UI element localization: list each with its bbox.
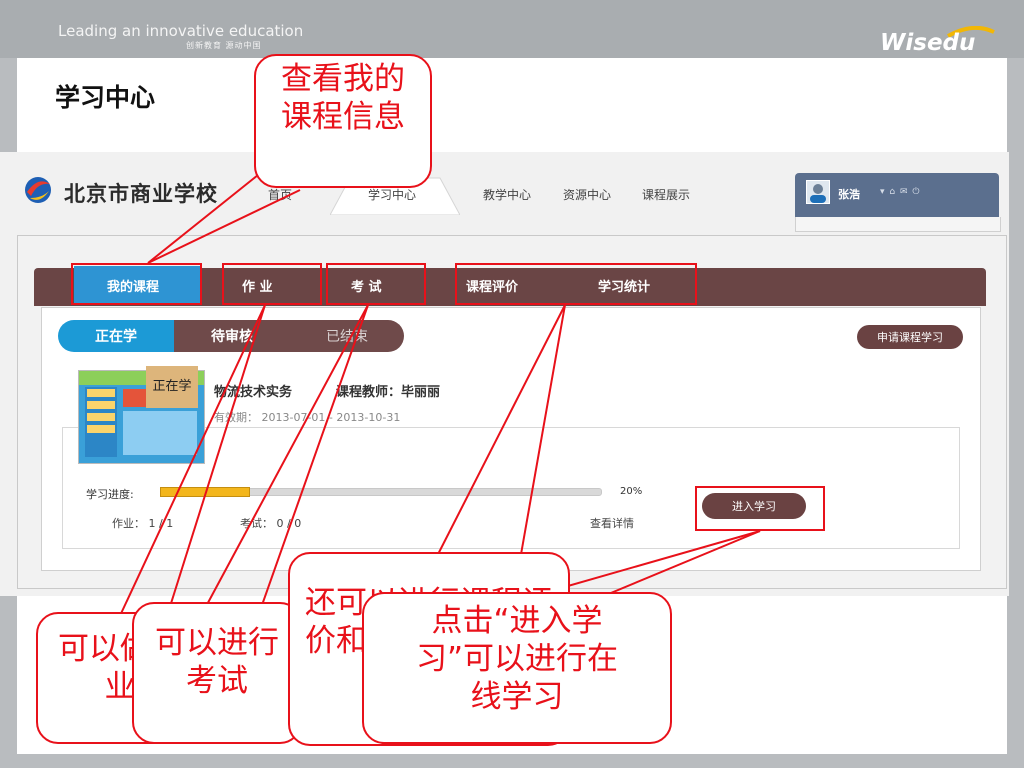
status-tabs: 正在学 待审核 已结束 xyxy=(58,320,404,352)
nav-teaching-center[interactable]: 教学中心 xyxy=(483,186,531,203)
nav-home[interactable]: 首页 xyxy=(268,186,292,203)
callout-view-course: 查看我的课程信息 xyxy=(254,54,432,188)
apply-course-button[interactable]: 申请课程学习 xyxy=(857,325,963,349)
course-teacher: 课程教师：毕丽丽 xyxy=(336,385,441,400)
course-validity: 有效期： 2013-07-01 - 2013-10-31 xyxy=(214,411,401,424)
highlight-enter-learning xyxy=(695,486,825,531)
progress-fill xyxy=(160,487,250,497)
course-title[interactable]: 物流技术实务 xyxy=(214,381,292,400)
user-avatar-icon xyxy=(810,184,826,203)
highlight-evaluation-statistics xyxy=(455,263,697,305)
homework-count: 作业： 1 / 1 xyxy=(112,517,174,530)
nav-learning-center[interactable]: 学习中心 xyxy=(368,186,416,203)
slogan-chinese: 创新教育 源动中国 xyxy=(186,41,262,50)
highlight-my-courses xyxy=(71,263,202,305)
school-name: 北京市商业学校 xyxy=(64,181,218,206)
avatar[interactable] xyxy=(806,180,830,204)
highlight-exam xyxy=(326,263,426,305)
course-status-badge: 正在学 xyxy=(146,366,198,408)
brand-name: Wisedu xyxy=(880,30,976,56)
exam-count: 考试： 0 / 0 xyxy=(240,517,302,530)
callout-enter-learning: 点击“进入学习”可以进行在线学习 xyxy=(362,592,672,744)
status-tab-finished[interactable]: 已结束 xyxy=(290,320,404,352)
status-tab-pending[interactable]: 待审核 xyxy=(174,320,290,352)
progress-percent: 20% xyxy=(620,486,643,497)
user-panel-dropdown xyxy=(795,217,1001,232)
status-tab-learning[interactable]: 正在学 xyxy=(58,320,174,352)
school-logo-icon xyxy=(25,177,51,203)
highlight-homework xyxy=(222,263,322,305)
slide-title-area xyxy=(17,58,1007,152)
progress-label: 学习进度: xyxy=(86,488,134,501)
wisedu-logo: Wisedu xyxy=(878,26,998,56)
callout-exam: 可以进行考试 xyxy=(132,602,302,744)
nav-resource-center[interactable]: 资源中心 xyxy=(563,186,611,203)
user-name[interactable]: 张浩 xyxy=(838,186,860,202)
slide-title: 学习中心 xyxy=(55,83,156,112)
slogan-english: Leading an innovative education xyxy=(58,22,304,40)
user-toolbar-icons[interactable]: ▾ ⌂ ✉ ⏻ xyxy=(880,187,920,197)
view-detail-link[interactable]: 查看详情 xyxy=(590,515,634,531)
nav-course-showcase[interactable]: 课程展示 xyxy=(642,186,690,203)
